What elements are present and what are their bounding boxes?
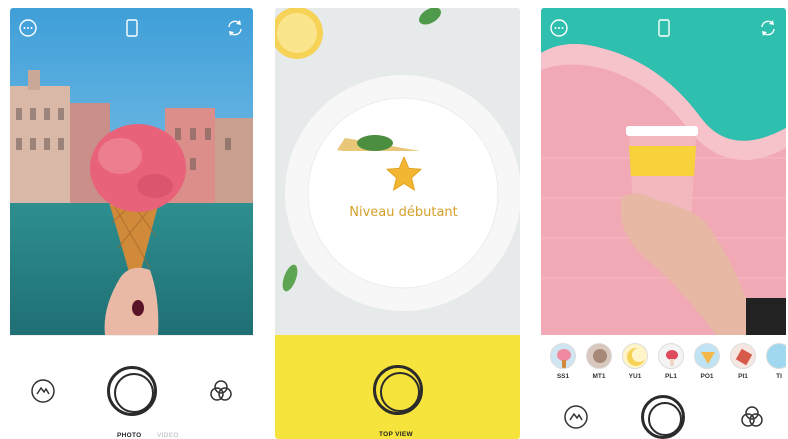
coffee-cup-wall-photo	[541, 8, 786, 335]
filter-ss1[interactable]: SS1	[547, 343, 579, 387]
aspect-ratio-icon[interactable]	[122, 18, 142, 38]
filter-yu1[interactable]: YU1	[619, 343, 651, 387]
more-icon[interactable]	[549, 18, 569, 38]
filters-icon[interactable]	[739, 404, 765, 430]
filter-ti[interactable]: TI	[763, 343, 786, 387]
shutter-button[interactable]	[107, 366, 157, 416]
aspect-ratio-icon[interactable]	[654, 18, 674, 38]
camera-controls: SS1 MT1 YU1 PL1 PO1 PI1 TI	[541, 335, 786, 439]
ice-cream-venice-photo	[10, 8, 253, 335]
filter-strip: SS1 MT1 YU1 PL1 PO1 PI1 TI	[541, 343, 786, 387]
screen-filters: SS1 MT1 YU1 PL1 PO1 PI1 TI	[541, 8, 786, 439]
tools-icon[interactable]	[30, 378, 56, 404]
top-toolbar	[541, 18, 786, 40]
switch-camera-icon[interactable]	[758, 18, 778, 38]
mode-photo[interactable]: PHOTO	[117, 432, 142, 439]
camera-preview	[541, 8, 786, 335]
filter-pi1[interactable]: PI1	[727, 343, 759, 387]
screen-top-view-mode: Niveau débutant TOP VIEW	[275, 8, 520, 439]
shutter-button[interactable]	[373, 365, 423, 415]
filter-pl1[interactable]: PL1	[655, 343, 687, 387]
shutter-button[interactable]	[641, 395, 685, 439]
more-icon[interactable]	[18, 18, 38, 38]
star-icon	[386, 156, 422, 191]
filters-icon[interactable]	[208, 378, 234, 404]
tools-icon[interactable]	[563, 404, 589, 430]
filter-po1[interactable]: PO1	[691, 343, 723, 387]
filter-mt1[interactable]: MT1	[583, 343, 615, 387]
level-label: Niveau débutant	[349, 205, 458, 220]
top-toolbar	[10, 18, 253, 40]
camera-controls: PHOTO VIDEO	[10, 335, 253, 439]
mode-top-view[interactable]: TOP VIEW	[379, 431, 413, 438]
level-badge: Niveau débutant	[329, 151, 478, 231]
camera-preview	[10, 8, 253, 335]
mode-video[interactable]: VIDEO	[157, 432, 179, 439]
switch-camera-icon[interactable]	[225, 18, 245, 38]
screen-photo-mode: PHOTO VIDEO	[10, 8, 253, 439]
camera-controls: TOP VIEW	[275, 335, 520, 439]
